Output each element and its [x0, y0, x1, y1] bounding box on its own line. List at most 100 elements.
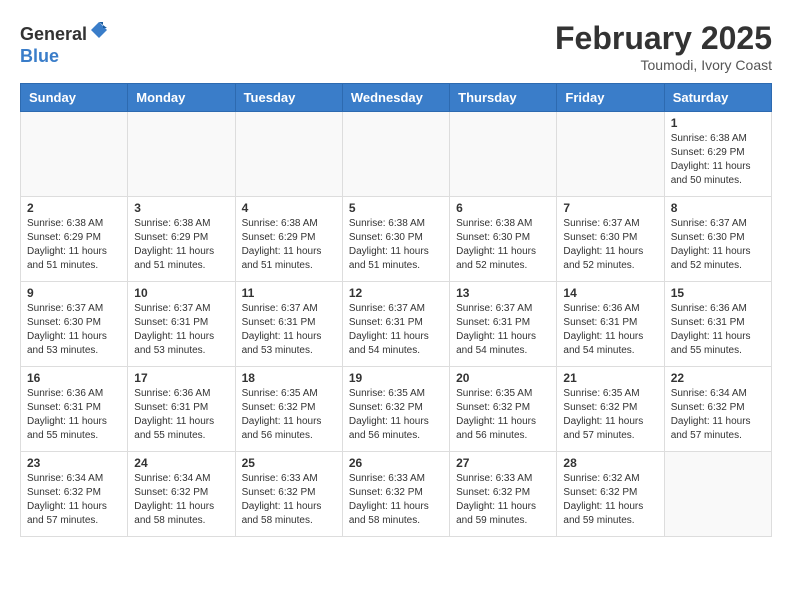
page-header: General Blue February 2025 Toumodi, Ivor… [20, 20, 772, 73]
day-info: Sunrise: 6:34 AM Sunset: 6:32 PM Dayligh… [134, 472, 228, 528]
day-info: Sunrise: 6:33 AM Sunset: 6:32 PM Dayligh… [242, 472, 336, 528]
day-number: 27 [456, 456, 550, 470]
calendar-cell: 28 Sunrise: 6:32 AM Sunset: 6:32 PM Dayli… [557, 452, 664, 537]
calendar-cell: 6 Sunrise: 6:38 AM Sunset: 6:30 PM Daylig… [450, 197, 557, 282]
day-info: Sunrise: 6:38 AM Sunset: 6:29 PM Dayligh… [27, 217, 121, 273]
day-info: Sunrise: 6:35 AM Sunset: 6:32 PM Dayligh… [242, 387, 336, 443]
calendar-week-row: 16 Sunrise: 6:36 AM Sunset: 6:31 PM Dayli… [21, 367, 772, 452]
day-number: 5 [349, 201, 443, 215]
day-number: 17 [134, 371, 228, 385]
day-number: 15 [671, 286, 765, 300]
title-block: February 2025 Toumodi, Ivory Coast [555, 20, 772, 73]
day-number: 28 [563, 456, 657, 470]
calendar-cell: 17 Sunrise: 6:36 AM Sunset: 6:31 PM Dayli… [128, 367, 235, 452]
day-info: Sunrise: 6:38 AM Sunset: 6:29 PM Dayligh… [671, 132, 765, 188]
day-of-week-header: Friday [557, 84, 664, 112]
calendar-week-row: 2 Sunrise: 6:38 AM Sunset: 6:29 PM Daylig… [21, 197, 772, 282]
day-number: 25 [242, 456, 336, 470]
calendar-cell: 21Sunrise: 6:35 AM Sunset: 6:32 PM Dayli… [557, 367, 664, 452]
calendar-cell: 12 Sunrise: 6:37 AM Sunset: 6:31 PM Dayli… [342, 282, 449, 367]
calendar-cell: 13 Sunrise: 6:37 AM Sunset: 6:31 PM Dayli… [450, 282, 557, 367]
day-info: Sunrise: 6:38 AM Sunset: 6:30 PM Dayligh… [349, 217, 443, 273]
day-info: Sunrise: 6:35 AM Sunset: 6:32 PM Dayligh… [349, 387, 443, 443]
calendar-cell: 26 Sunrise: 6:33 AM Sunset: 6:32 PM Dayli… [342, 452, 449, 537]
day-info: Sunrise: 6:37 AM Sunset: 6:30 PM Dayligh… [27, 302, 121, 358]
day-number: 16 [27, 371, 121, 385]
day-info: Sunrise: 6:33 AM Sunset: 6:32 PM Dayligh… [349, 472, 443, 528]
day-number: 9 [27, 286, 121, 300]
day-number: 10 [134, 286, 228, 300]
calendar-cell: 10 Sunrise: 6:37 AM Sunset: 6:31 PM Dayli… [128, 282, 235, 367]
calendar-week-row: 9 Sunrise: 6:37 AM Sunset: 6:30 PM Daylig… [21, 282, 772, 367]
calendar-cell: 14Sunrise: 6:36 AM Sunset: 6:31 PM Dayli… [557, 282, 664, 367]
calendar-cell: 7Sunrise: 6:37 AM Sunset: 6:30 PM Daylig… [557, 197, 664, 282]
logo-blue-text: Blue [20, 46, 59, 66]
calendar-cell [664, 452, 771, 537]
day-info: Sunrise: 6:35 AM Sunset: 6:32 PM Dayligh… [456, 387, 550, 443]
calendar-week-row: 1 Sunrise: 6:38 AM Sunset: 6:29 PM Daylig… [21, 112, 772, 197]
calendar-cell: 11Sunrise: 6:37 AM Sunset: 6:31 PM Dayli… [235, 282, 342, 367]
calendar-cell: 5 Sunrise: 6:38 AM Sunset: 6:30 PM Daylig… [342, 197, 449, 282]
day-info: Sunrise: 6:38 AM Sunset: 6:29 PM Dayligh… [242, 217, 336, 273]
day-info: Sunrise: 6:32 AM Sunset: 6:32 PM Dayligh… [563, 472, 657, 528]
day-number: 18 [242, 371, 336, 385]
day-number: 26 [349, 456, 443, 470]
day-info: Sunrise: 6:36 AM Sunset: 6:31 PM Dayligh… [27, 387, 121, 443]
day-number: 21 [563, 371, 657, 385]
calendar-cell: 16 Sunrise: 6:36 AM Sunset: 6:31 PM Dayli… [21, 367, 128, 452]
day-number: 1 [671, 116, 765, 130]
day-number: 14 [563, 286, 657, 300]
day-info: Sunrise: 6:34 AM Sunset: 6:32 PM Dayligh… [671, 387, 765, 443]
calendar-table: SundayMondayTuesdayWednesdayThursdayFrid… [20, 83, 772, 537]
day-number: 7 [563, 201, 657, 215]
day-number: 22 [671, 371, 765, 385]
day-number: 3 [134, 201, 228, 215]
calendar-cell: 20 Sunrise: 6:35 AM Sunset: 6:32 PM Dayli… [450, 367, 557, 452]
day-number: 8 [671, 201, 765, 215]
day-number: 6 [456, 201, 550, 215]
calendar-cell [235, 112, 342, 197]
day-number: 24 [134, 456, 228, 470]
calendar-cell: 15Sunrise: 6:36 AM Sunset: 6:31 PM Dayli… [664, 282, 771, 367]
calendar-cell [342, 112, 449, 197]
day-number: 2 [27, 201, 121, 215]
day-info: Sunrise: 6:36 AM Sunset: 6:31 PM Dayligh… [134, 387, 228, 443]
calendar-cell: 1 Sunrise: 6:38 AM Sunset: 6:29 PM Daylig… [664, 112, 771, 197]
day-info: Sunrise: 6:37 AM Sunset: 6:31 PM Dayligh… [134, 302, 228, 358]
day-number: 12 [349, 286, 443, 300]
day-of-week-header: Saturday [664, 84, 771, 112]
day-number: 20 [456, 371, 550, 385]
calendar-cell: 3 Sunrise: 6:38 AM Sunset: 6:29 PM Daylig… [128, 197, 235, 282]
calendar-header-row: SundayMondayTuesdayWednesdayThursdayFrid… [21, 84, 772, 112]
day-info: Sunrise: 6:37 AM Sunset: 6:31 PM Dayligh… [456, 302, 550, 358]
calendar-cell [450, 112, 557, 197]
calendar-cell: 25 Sunrise: 6:33 AM Sunset: 6:32 PM Dayli… [235, 452, 342, 537]
day-info: Sunrise: 6:37 AM Sunset: 6:31 PM Dayligh… [242, 302, 336, 358]
calendar-cell: 8Sunrise: 6:37 AM Sunset: 6:30 PM Daylig… [664, 197, 771, 282]
logo: General Blue [20, 20, 109, 67]
day-info: Sunrise: 6:34 AM Sunset: 6:32 PM Dayligh… [27, 472, 121, 528]
day-number: 23 [27, 456, 121, 470]
calendar-cell: 23 Sunrise: 6:34 AM Sunset: 6:32 PM Dayli… [21, 452, 128, 537]
day-info: Sunrise: 6:38 AM Sunset: 6:29 PM Dayligh… [134, 217, 228, 273]
location: Toumodi, Ivory Coast [555, 57, 772, 73]
calendar-cell [128, 112, 235, 197]
day-of-week-header: Monday [128, 84, 235, 112]
day-info: Sunrise: 6:33 AM Sunset: 6:32 PM Dayligh… [456, 472, 550, 528]
calendar-cell [557, 112, 664, 197]
calendar-cell: 22 Sunrise: 6:34 AM Sunset: 6:32 PM Dayli… [664, 367, 771, 452]
calendar-cell: 4Sunrise: 6:38 AM Sunset: 6:29 PM Daylig… [235, 197, 342, 282]
calendar-cell: 19 Sunrise: 6:35 AM Sunset: 6:32 PM Dayli… [342, 367, 449, 452]
logo-icon [89, 20, 109, 40]
calendar-cell [21, 112, 128, 197]
day-info: Sunrise: 6:38 AM Sunset: 6:30 PM Dayligh… [456, 217, 550, 273]
day-info: Sunrise: 6:37 AM Sunset: 6:31 PM Dayligh… [349, 302, 443, 358]
calendar-cell: 18 Sunrise: 6:35 AM Sunset: 6:32 PM Dayli… [235, 367, 342, 452]
calendar-cell: 27 Sunrise: 6:33 AM Sunset: 6:32 PM Dayli… [450, 452, 557, 537]
calendar-week-row: 23 Sunrise: 6:34 AM Sunset: 6:32 PM Dayli… [21, 452, 772, 537]
logo-general-text: General [20, 24, 87, 44]
calendar-cell: 24 Sunrise: 6:34 AM Sunset: 6:32 PM Dayli… [128, 452, 235, 537]
day-number: 13 [456, 286, 550, 300]
day-of-week-header: Thursday [450, 84, 557, 112]
day-number: 19 [349, 371, 443, 385]
